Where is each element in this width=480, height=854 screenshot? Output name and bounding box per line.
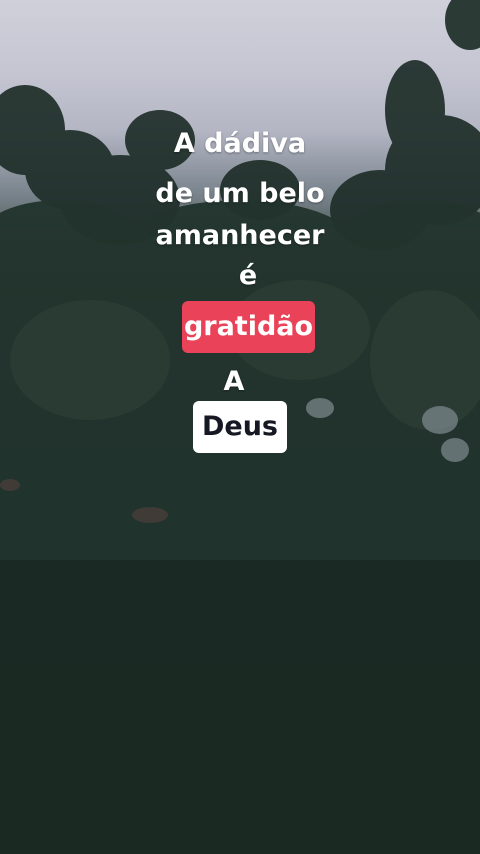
caption-highlight-white: Deus [193, 401, 287, 453]
caption-line-1: A dádiva [173, 128, 307, 159]
caption-highlight-red: gratidão [182, 301, 315, 353]
caption-line-3: amanhecer [155, 220, 325, 251]
caption-line-4: é [238, 260, 258, 291]
caption-line-6: A [223, 366, 245, 397]
video-frame[interactable]: A dádiva de um belo amanhecer é gratidão… [0, 0, 480, 854]
caption-line-2: de um belo [155, 178, 325, 209]
